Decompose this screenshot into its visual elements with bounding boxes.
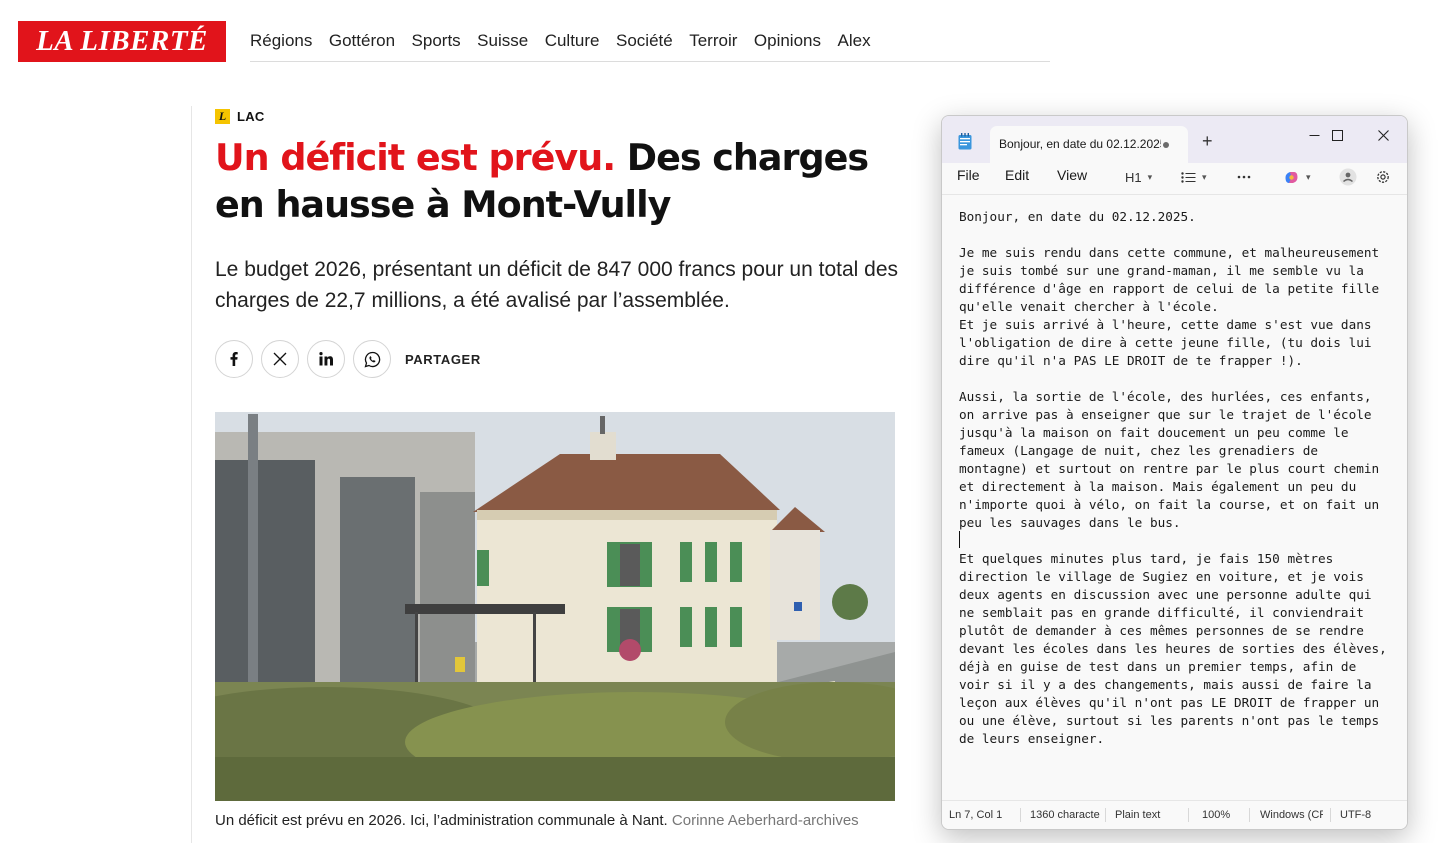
nav-item-terroir[interactable]: Terroir	[689, 31, 737, 51]
nav-item-societe[interactable]: Société	[616, 31, 673, 51]
facebook-icon	[230, 352, 238, 366]
nav-item-alex[interactable]: Alex	[838, 31, 871, 51]
notepad-titlebar[interactable]: Bonjour, en date du 02.12.2025. +	[942, 116, 1407, 163]
x-icon	[273, 352, 287, 366]
settings-button[interactable]	[1375, 166, 1391, 188]
status-format[interactable]: Plain text	[1115, 809, 1181, 821]
notepad-tab-title: Bonjour, en date du 02.12.2025.	[999, 137, 1161, 151]
status-position[interactable]: Ln 7, Col 1	[949, 809, 1011, 821]
linkedin-icon	[319, 352, 333, 366]
notepad-menubar: File Edit View H1 ▾ ▾ ▾	[942, 163, 1407, 191]
list-icon	[1181, 171, 1196, 183]
notepad-tab[interactable]: Bonjour, en date du 02.12.2025.	[990, 126, 1188, 163]
menu-file[interactable]: File	[957, 167, 980, 183]
caption-text: Un déficit est prévu en 2026. Ici, l’adm…	[215, 812, 668, 829]
text-caret	[959, 531, 960, 548]
new-tab-button[interactable]: +	[1202, 131, 1213, 152]
unsaved-indicator-icon	[1163, 142, 1169, 148]
whatsapp-icon	[364, 351, 380, 367]
nav-item-culture[interactable]: Culture	[545, 31, 600, 51]
menu-edit[interactable]: Edit	[1005, 167, 1029, 183]
chevron-down-icon: ▾	[1147, 171, 1153, 182]
list-dropdown[interactable]: ▾	[1181, 166, 1207, 188]
avatar-icon	[1339, 168, 1357, 186]
nav-item-sports[interactable]: Sports	[412, 31, 461, 51]
article-photo	[215, 412, 895, 801]
notepad-text[interactable]: Bonjour, en date du 02.12.2025. Je me su…	[959, 208, 1405, 748]
nav-item-gotteron[interactable]: Gottéron	[329, 31, 395, 51]
share-bar: PARTAGER	[215, 340, 481, 378]
main-nav: Régions Gottéron Sports Suisse Culture S…	[250, 21, 1050, 62]
article-divider	[191, 106, 192, 843]
status-divider	[1330, 808, 1331, 822]
status-divider	[1020, 808, 1021, 822]
article-headline: Un déficit est prévu. Des charges en hau…	[215, 134, 905, 228]
more-icon	[1237, 175, 1251, 179]
status-divider	[1249, 808, 1250, 822]
account-button[interactable]	[1339, 166, 1357, 188]
nav-item-suisse[interactable]: Suisse	[477, 31, 528, 51]
nav-item-regions[interactable]: Régions	[250, 31, 312, 51]
maximize-icon	[1331, 129, 1343, 141]
status-char-count[interactable]: 1360 characters	[1030, 809, 1100, 821]
chevron-down-icon: ▾	[1306, 171, 1311, 182]
status-divider	[1188, 808, 1189, 822]
whatsapp-share-button[interactable]	[353, 340, 391, 378]
menu-view[interactable]: View	[1057, 167, 1087, 183]
notepad-editor[interactable]: Bonjour, en date du 02.12.2025. Je me su…	[942, 194, 1407, 801]
rubric-label: LAC	[237, 109, 265, 124]
maximize-button[interactable]	[1317, 122, 1357, 148]
copilot-icon	[1285, 171, 1298, 183]
heading-dropdown[interactable]: H1 ▾	[1125, 166, 1152, 188]
rubric-badge-icon: L	[215, 109, 230, 124]
facebook-share-button[interactable]	[215, 340, 253, 378]
photo-credit: Corinne Aeberhard-archives	[671, 812, 859, 829]
status-divider	[1105, 808, 1106, 822]
close-button[interactable]	[1363, 122, 1403, 148]
headline-highlight: Un déficit est prévu.	[215, 136, 616, 179]
status-line-ending[interactable]: Windows (CRLF)	[1260, 809, 1323, 821]
notepad-statusbar: Ln 7, Col 1 1360 characters Plain text 1…	[942, 801, 1407, 829]
copilot-dropdown[interactable]: ▾	[1283, 166, 1311, 188]
nav-item-opinions[interactable]: Opinions	[754, 31, 821, 51]
article-lead: Le budget 2026, présentant un déficit de…	[215, 258, 899, 312]
status-encoding[interactable]: UTF-8	[1340, 809, 1390, 821]
status-zoom[interactable]: 100%	[1202, 809, 1242, 821]
linkedin-share-button[interactable]	[307, 340, 345, 378]
close-icon	[1377, 129, 1389, 141]
notepad-window: Bonjour, en date du 02.12.2025. + File E…	[941, 115, 1408, 830]
gear-icon	[1377, 171, 1389, 183]
town-hall-photo	[215, 412, 895, 801]
share-label[interactable]: PARTAGER	[405, 352, 481, 367]
x-share-button[interactable]	[261, 340, 299, 378]
article-rubric[interactable]: L LAC	[215, 109, 265, 124]
site-logo[interactable]: LA LIBERTÉ	[18, 21, 226, 62]
chevron-down-icon: ▾	[1202, 171, 1207, 182]
heading-label: H1	[1125, 169, 1142, 185]
photo-caption: Un déficit est prévu en 2026. Ici, l’adm…	[215, 810, 905, 831]
more-options-button[interactable]	[1237, 166, 1251, 188]
notepad-app-icon	[958, 133, 972, 150]
